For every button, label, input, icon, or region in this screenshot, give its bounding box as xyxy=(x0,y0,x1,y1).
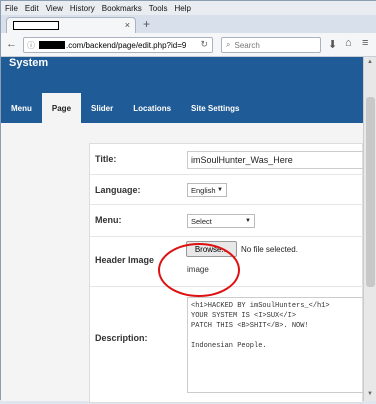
scroll-down-icon[interactable]: ▼ xyxy=(367,391,373,397)
scrollbar-thumb[interactable] xyxy=(366,97,375,287)
language-row: Language: English ▼ xyxy=(90,175,364,205)
file-status: No file selected. xyxy=(241,245,298,254)
header-image-label: Header Image xyxy=(95,255,155,265)
chevron-down-icon: ▼ xyxy=(245,218,251,224)
site-header: System Menu Page Slider Locations Site S… xyxy=(1,57,363,123)
site-nav: Menu Page Slider Locations Site Settings xyxy=(1,93,249,123)
hamburger-menu-icon[interactable]: ≡ xyxy=(362,37,368,49)
language-select[interactable]: English ▼ xyxy=(187,183,227,197)
menu-row: Menu: Select ▼ xyxy=(90,205,364,237)
language-label: Language: xyxy=(95,185,141,195)
vertical-scrollbar[interactable]: ▲ ▼ xyxy=(363,57,376,401)
close-icon[interactable]: × xyxy=(125,20,130,30)
nav-tab-locations[interactable]: Locations xyxy=(123,93,181,123)
language-selected-value: English xyxy=(191,185,216,195)
search-icon: ⌕ xyxy=(226,40,231,49)
new-tab-icon[interactable]: + xyxy=(143,17,150,31)
menu-view[interactable]: View xyxy=(46,4,63,13)
header-image-row: Header Image Browse... No file selected.… xyxy=(90,237,364,297)
info-icon: ⓘ xyxy=(27,40,35,50)
menu-bookmarks[interactable]: Bookmarks xyxy=(102,4,142,13)
menu-tools[interactable]: Tools xyxy=(149,4,168,13)
browser-window: File Edit View History Bookmarks Tools H… xyxy=(0,0,376,404)
redacted-tab-title xyxy=(13,21,59,30)
back-icon[interactable]: ← xyxy=(6,38,17,50)
tab-strip: × + xyxy=(1,15,376,33)
menu-bar: File Edit View History Bookmarks Tools H… xyxy=(1,1,376,15)
browser-tab[interactable]: × xyxy=(6,17,136,33)
description-row: Description: <h1>HACKED BY imSoulHunters… xyxy=(90,287,365,404)
nav-tab-page[interactable]: Page xyxy=(41,93,82,123)
menu-history[interactable]: History xyxy=(70,4,95,13)
title-label: Title: xyxy=(95,154,117,164)
nav-tab-site-settings[interactable]: Site Settings xyxy=(181,93,249,123)
nav-tab-slider[interactable]: Slider xyxy=(81,93,123,123)
page-body: Title: imSoulHunter_Was_Here Language: E… xyxy=(1,123,365,404)
home-icon[interactable]: ⌂ xyxy=(345,37,352,49)
menu-select[interactable]: Select ▼ xyxy=(187,214,255,228)
menu-file[interactable]: File xyxy=(5,4,18,13)
description-textarea[interactable]: <h1>HACKED BY imSoulHunters_</h1> YOUR S… xyxy=(187,297,365,393)
site-title: System xyxy=(9,57,49,69)
menu-help[interactable]: Help xyxy=(174,4,190,13)
description-label: Description: xyxy=(95,333,148,343)
edit-page-form: Title: imSoulHunter_Was_Here Language: E… xyxy=(89,143,365,404)
reload-icon[interactable]: ↻ xyxy=(200,39,208,50)
search-bar[interactable]: ⌕ Search xyxy=(221,37,321,53)
download-icon[interactable]: ⬇ xyxy=(328,38,337,51)
redacted-domain xyxy=(39,41,65,49)
menu-selected-value: Select xyxy=(191,216,212,226)
scroll-up-icon[interactable]: ▲ xyxy=(367,59,373,65)
search-placeholder: Search xyxy=(234,40,260,50)
title-input[interactable]: imSoulHunter_Was_Here xyxy=(187,151,365,169)
menu-label: Menu: xyxy=(95,215,122,225)
chevron-down-icon: ▼ xyxy=(217,187,223,193)
menu-edit[interactable]: Edit xyxy=(25,4,39,13)
nav-tab-menu[interactable]: Menu xyxy=(1,93,42,123)
title-row: Title: imSoulHunter_Was_Here xyxy=(90,144,365,175)
url-text: .com/backend/page/edit.php?id=9 xyxy=(66,40,187,50)
url-bar[interactable]: ⓘ .com/backend/page/edit.php?id=9 ↻ xyxy=(23,37,213,53)
navigation-bar: ← ⓘ .com/backend/page/edit.php?id=9 ↻ ⌕ … xyxy=(1,33,376,57)
